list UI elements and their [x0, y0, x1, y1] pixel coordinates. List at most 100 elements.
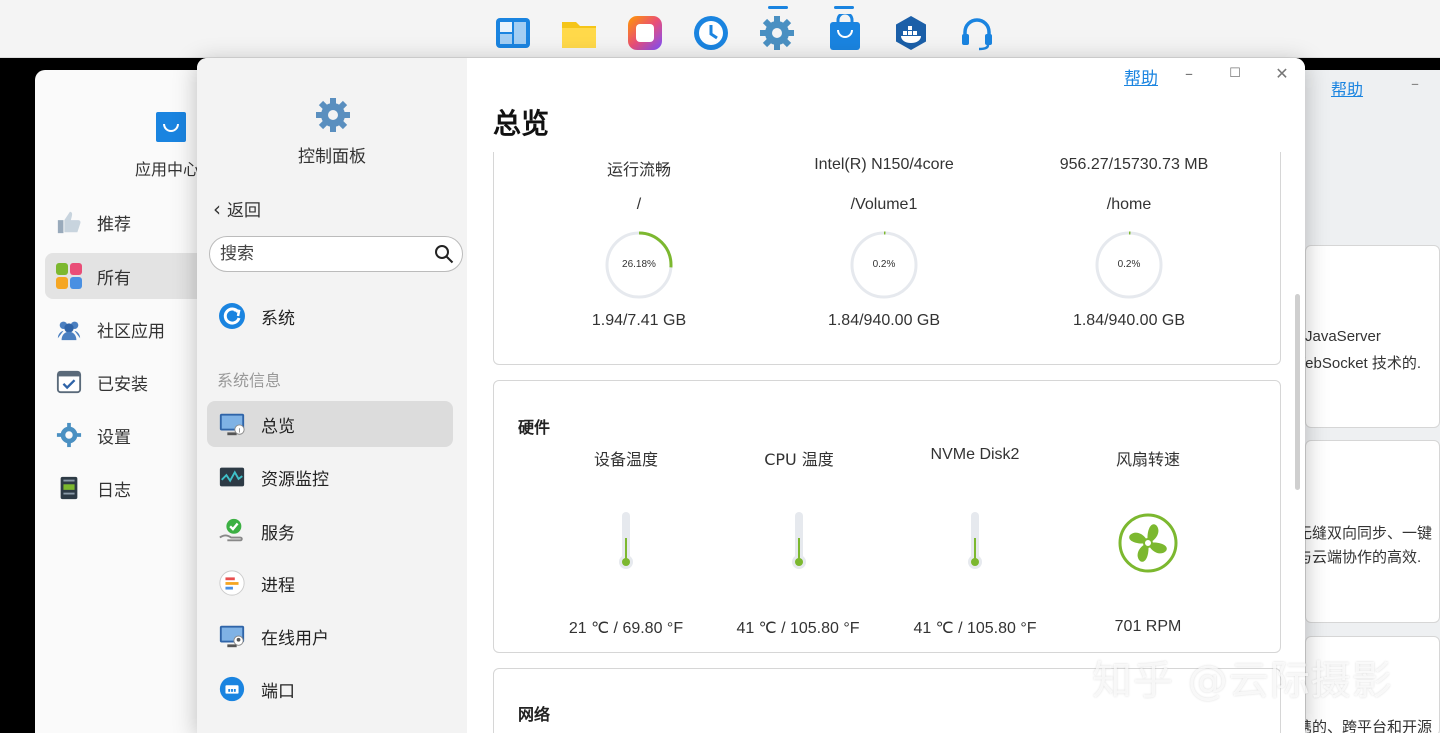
bg-nav-installed[interactable]: 已安装	[45, 359, 205, 405]
app-list-pane: JavaServer /ebSocket 技术的. 无缝双向同步、一键 与云端协…	[1297, 70, 1440, 733]
resource-monitor-icon	[217, 462, 247, 492]
bg-nav-label: 日志	[97, 480, 131, 501]
app-center-title: 应用中心	[135, 160, 200, 179]
bg-nav-label: 已安装	[97, 374, 148, 395]
section-label: 系统信息	[217, 371, 282, 390]
search-input[interactable]	[220, 241, 430, 267]
control-panel-window: 控制面板 ‹ 返回 系统 系统信息 i 总览 资源监控 服务 进程	[197, 58, 1305, 733]
main-content: 总览 帮助 – ☐ ✕ 运行流畅 Intel(R) N150/4core 956…	[467, 58, 1305, 733]
volume-path: /home	[1106, 196, 1152, 213]
volume-usage: 1.94/7.41 GB	[591, 312, 687, 329]
help-link[interactable]: 帮助	[1124, 64, 1158, 89]
nav-resource-monitor[interactable]: 资源监控	[207, 454, 453, 500]
app-desc-text: 与云端协作的高效.	[1297, 549, 1422, 566]
support-headset-icon[interactable]	[958, 14, 996, 52]
photos-app-icon[interactable]	[626, 14, 664, 52]
sensor-label: CPU 温度	[764, 450, 834, 469]
port-icon	[217, 674, 247, 704]
network-title: 网络	[518, 705, 551, 724]
system-status: 运行流畅	[606, 160, 671, 179]
process-icon	[217, 568, 247, 598]
close-button[interactable]: ✕	[1270, 62, 1294, 86]
volume-usage: 1.84/940.00 GB	[1072, 312, 1186, 329]
bg-minimize-button[interactable]: –	[1411, 74, 1419, 93]
thermometer-icon	[792, 512, 806, 569]
thermometer-icon	[968, 512, 982, 569]
tiles-app-icon[interactable]	[494, 14, 532, 52]
scrollbar-thumb[interactable]	[1295, 294, 1300, 490]
nav-label: 在线用户	[261, 628, 329, 649]
system-label: 系统	[261, 308, 295, 329]
app-center-bag-icon	[155, 108, 187, 142]
bg-nav-log[interactable]: 日志	[45, 465, 205, 511]
sidebar: 控制面板 ‹ 返回 系统 系统信息 i 总览 资源监控 服务 进程	[197, 58, 467, 733]
bg-nav-community[interactable]: 社区应用	[45, 306, 205, 352]
nav-label: 资源监控	[261, 469, 329, 490]
system-category[interactable]: 系统	[217, 301, 295, 331]
back-label: 返回	[227, 201, 261, 221]
app-title: 控制面板	[298, 147, 366, 167]
app-desc-text: 无缝双向同步、一键	[1297, 525, 1433, 542]
community-icon	[55, 315, 83, 343]
watermark: 知乎 @云际摄影	[1092, 658, 1393, 704]
chevron-left-icon: ‹	[213, 196, 221, 221]
bg-nav-settings[interactable]: 设置	[45, 412, 205, 458]
bg-help-link[interactable]: 帮助	[1331, 76, 1363, 100]
bg-nav-label: 推荐	[97, 214, 131, 235]
gauge-percent: 0.2%	[1117, 259, 1141, 270]
fan-icon	[1118, 513, 1178, 573]
nav-overview[interactable]: i 总览	[207, 401, 453, 447]
nav-online-users[interactable]: 在线用户	[207, 613, 453, 659]
online-users-icon	[217, 621, 247, 651]
settings-icon	[55, 421, 83, 449]
sensor-value: 41 ℃ / 105.80 °F	[736, 620, 860, 637]
bg-nav-label: 设置	[97, 427, 131, 448]
hardware-title: 硬件	[518, 418, 551, 437]
bg-nav-label: 所有	[97, 268, 131, 289]
thumbs-up-icon	[55, 208, 83, 236]
gauge-percent: 26.18%	[622, 259, 656, 270]
system-refresh-icon	[219, 303, 245, 329]
search-box	[209, 236, 463, 272]
app-center-bag-icon[interactable]	[826, 14, 864, 52]
volume-usage: 1.84/940.00 GB	[827, 312, 941, 329]
settings-gear-icon[interactable]	[758, 14, 796, 52]
backup-clock-icon[interactable]	[692, 14, 730, 52]
file-manager-icon[interactable]	[560, 14, 598, 52]
svg-text:i: i	[239, 426, 241, 434]
sensor-label: 设备温度	[593, 450, 658, 469]
nav-label: 端口	[261, 681, 295, 702]
nav-ports[interactable]: 端口	[207, 666, 453, 712]
app-desc-text: JavaServer	[1305, 328, 1381, 345]
monitor-info-icon: i	[217, 409, 247, 439]
nav-services[interactable]: 服务	[207, 508, 453, 554]
sensor-value: 21 ℃ / 69.80 °F	[568, 620, 684, 637]
back-button[interactable]: ‹ 返回	[213, 196, 261, 222]
memory-usage: 956.27/15730.73 MB	[1059, 156, 1209, 173]
sensor-label: 风扇转速	[1115, 450, 1180, 469]
service-check-icon	[217, 516, 247, 546]
minimize-button[interactable]: –	[1177, 62, 1201, 86]
sensor-value: 701 RPM	[1114, 618, 1182, 635]
bg-nav-recommend[interactable]: 推荐	[45, 199, 205, 245]
top-dock	[0, 0, 1440, 58]
system-card: 运行流畅 Intel(R) N150/4core 956.27/15730.73…	[493, 152, 1281, 365]
nav-label: 总览	[261, 416, 295, 437]
nav-label: 服务	[261, 523, 295, 544]
volume-path: /	[636, 196, 642, 213]
volume-path: /Volume1	[850, 196, 918, 213]
sensor-value: 41 ℃ / 105.80 °F	[913, 620, 1037, 637]
gauge-percent: 0.2%	[872, 259, 896, 270]
cpu-model: Intel(R) N150/4core	[814, 156, 954, 173]
docker-icon[interactable]	[892, 14, 930, 52]
nav-processes[interactable]: 进程	[207, 560, 453, 606]
installed-icon	[55, 368, 83, 396]
nav-label: 进程	[261, 575, 295, 596]
app-desc-text: 携的、跨平台和开源	[1297, 719, 1433, 733]
search-icon[interactable]	[434, 244, 454, 264]
maximize-button[interactable]: ☐	[1223, 62, 1247, 86]
thermometer-icon	[619, 512, 633, 569]
log-icon	[55, 474, 83, 502]
bg-nav-all[interactable]: 所有	[45, 253, 205, 299]
app-desc-text: /ebSocket 技术的.	[1301, 355, 1422, 372]
